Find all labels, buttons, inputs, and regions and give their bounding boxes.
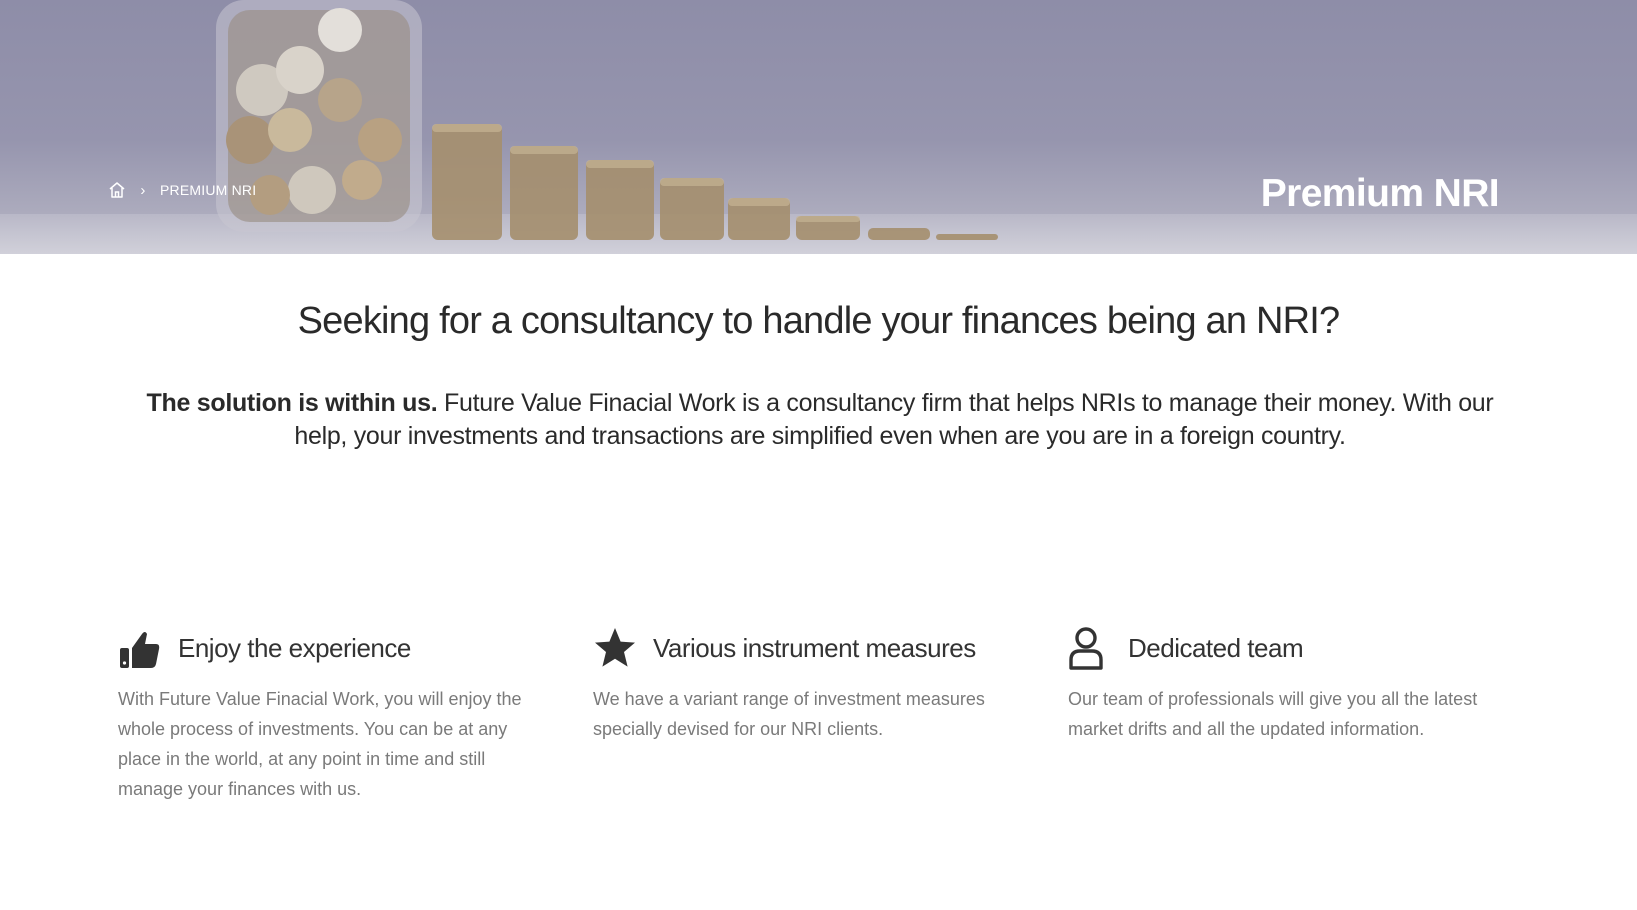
page-title: Premium NRI: [1260, 172, 1500, 215]
feature-text: We have a variant range of investment me…: [593, 689, 985, 739]
feature-title: Dedicated team: [1128, 632, 1304, 663]
feature-title: Enjoy the experience: [178, 632, 411, 663]
breadcrumb-current: PREMIUM NRI: [160, 182, 257, 198]
feature-title: Various instrument measures: [653, 632, 976, 663]
hero-banner: › PREMIUM NRI Premium NRI: [0, 0, 1637, 254]
feature-instruments: Various instrument measures We have a va…: [593, 626, 1023, 744]
user-icon: [1068, 626, 1112, 670]
feature-text: Our team of professionals will give you …: [1068, 689, 1478, 739]
thumbs-up-icon: [118, 626, 162, 670]
breadcrumb: › PREMIUM NRI: [108, 180, 256, 200]
feature-experience: Enjoy the experience With Future Value F…: [118, 626, 548, 804]
intro-paragraph: The solution is within us. Future Value …: [130, 387, 1510, 453]
intro-text: Future Value Finacial Work is a consulta…: [294, 389, 1494, 450]
headline: Seeking for a consultancy to handle your…: [297, 300, 1341, 342]
star-icon: [593, 626, 637, 670]
home-icon[interactable]: [108, 181, 126, 199]
intro-bold: The solution is within us.: [146, 389, 438, 417]
feature-text: With Future Value Finacial Work, you wil…: [118, 689, 522, 799]
chevron-right-icon: ›: [140, 181, 146, 199]
feature-team: Dedicated team Our team of professionals…: [1068, 626, 1498, 744]
